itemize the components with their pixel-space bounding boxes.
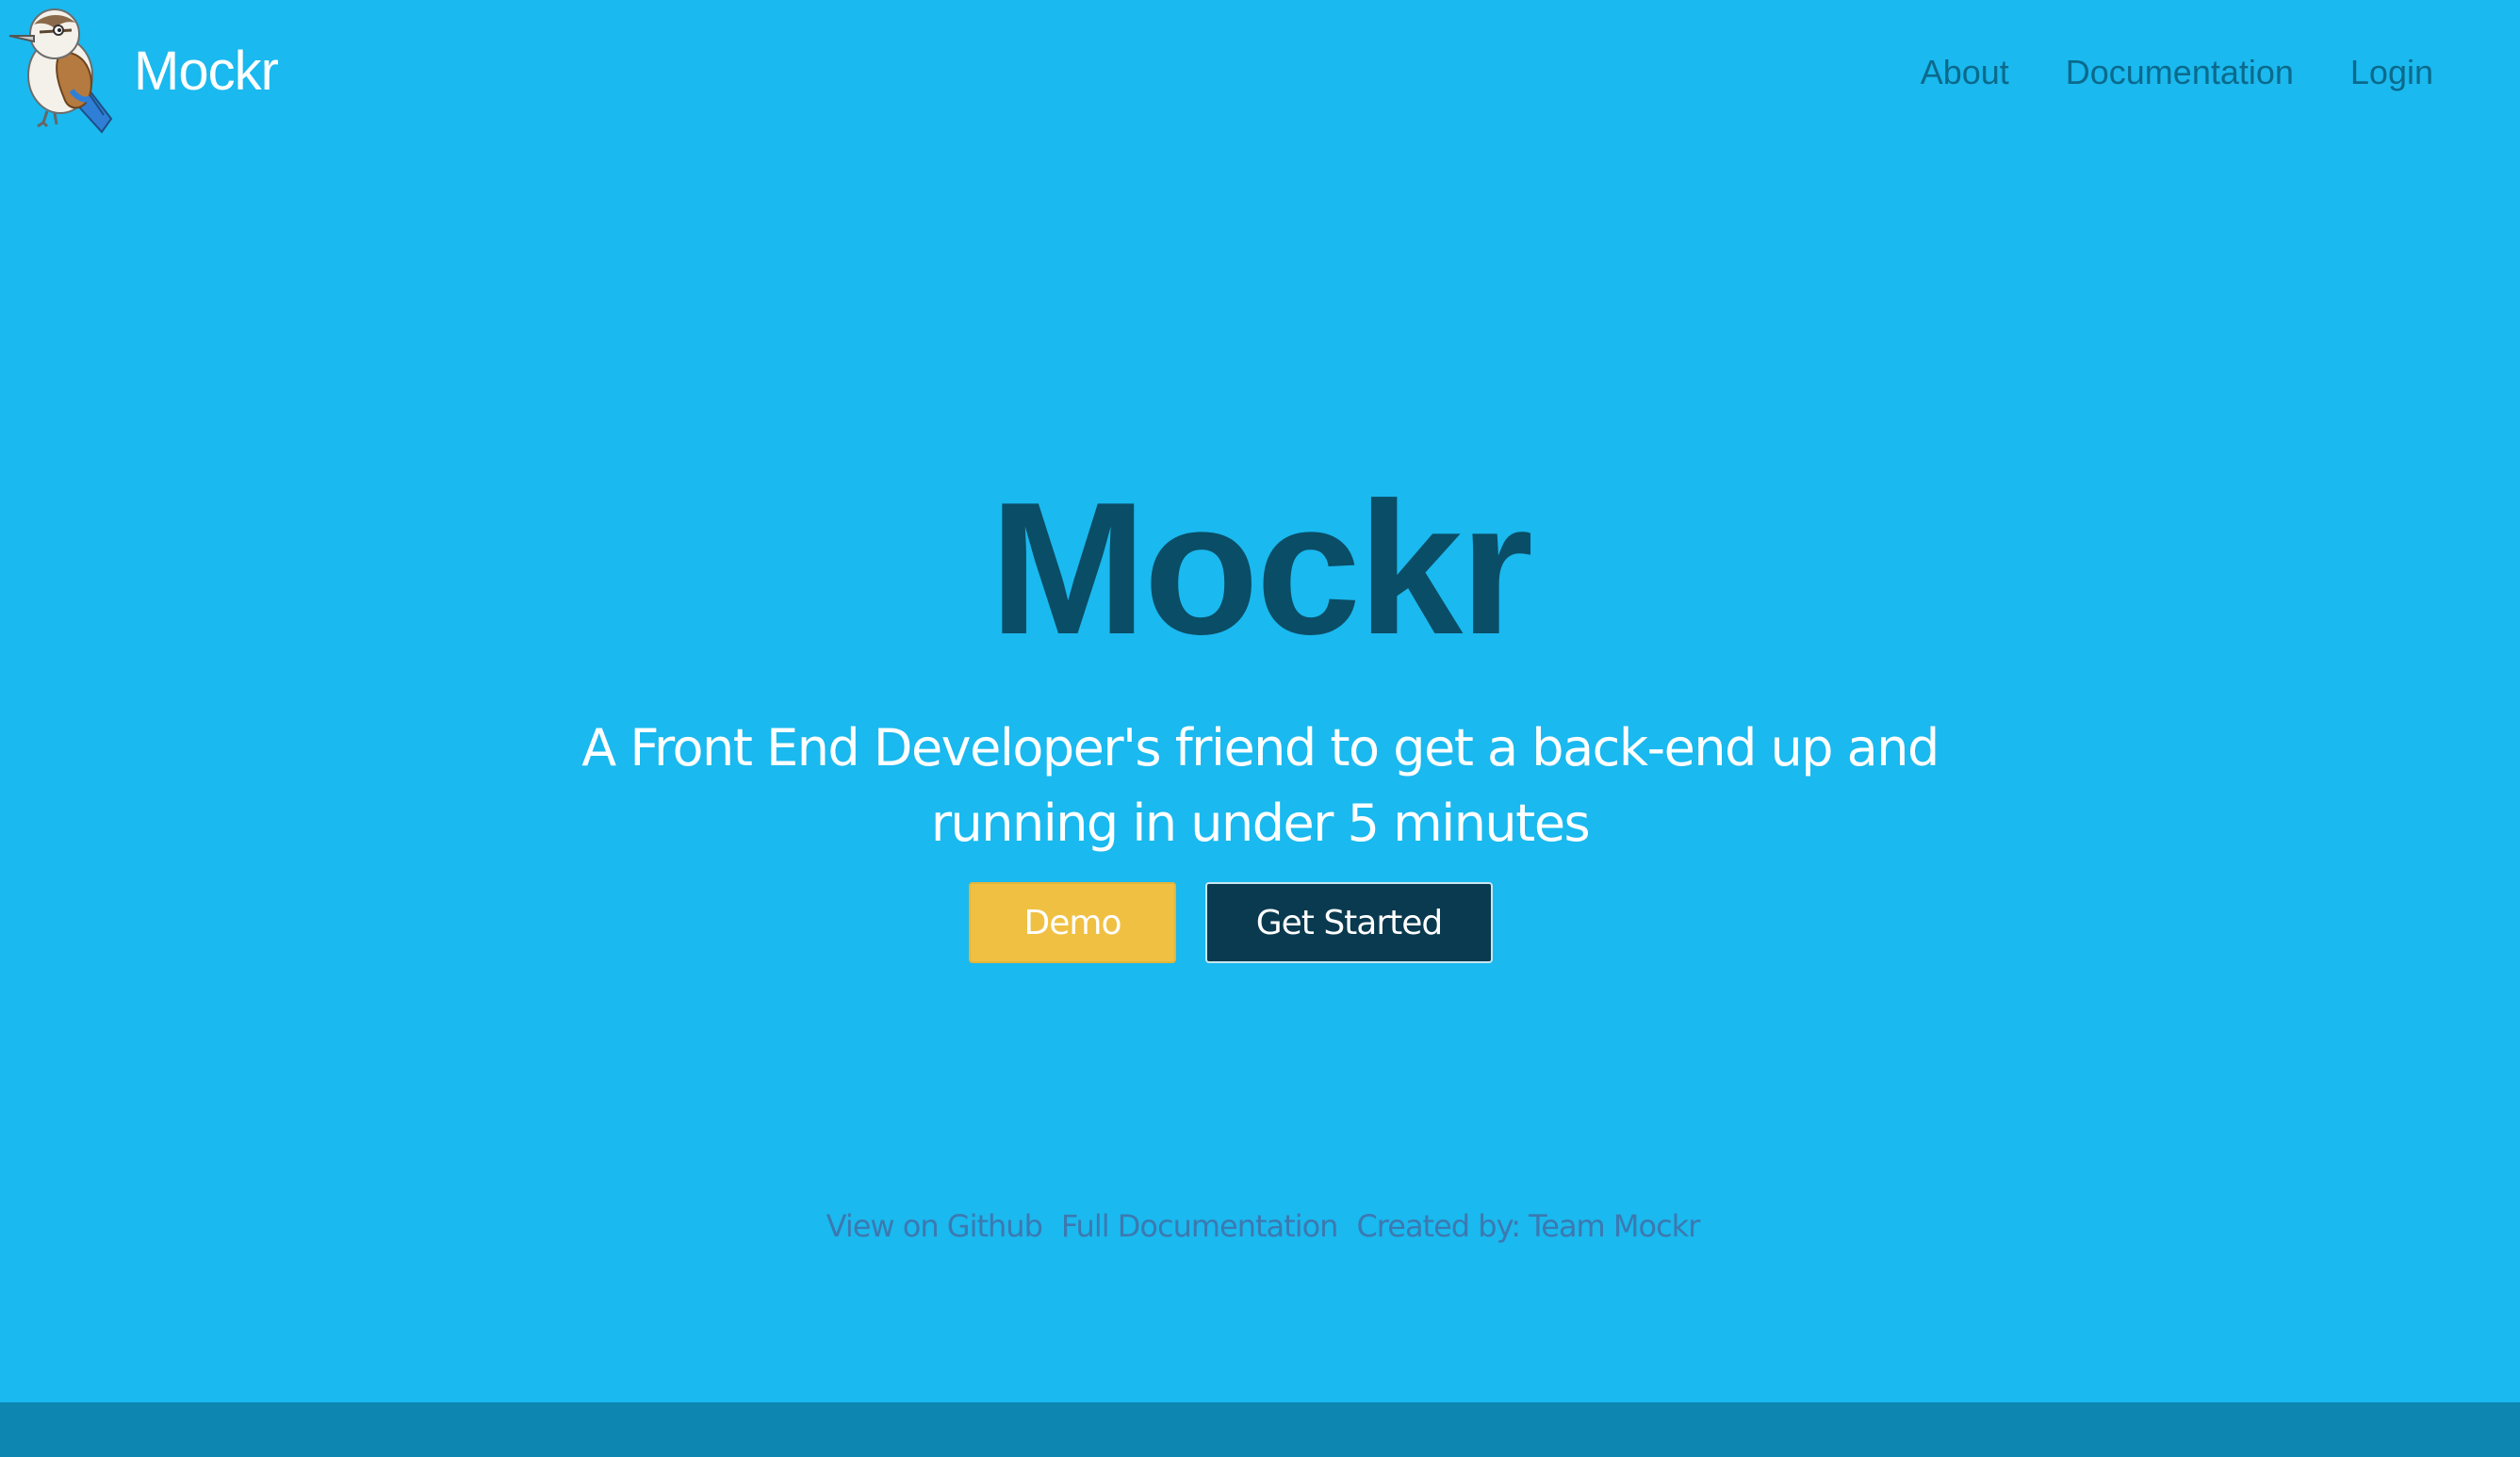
footer-link-full-documentation[interactable]: Full Documentation — [1061, 1204, 1339, 1248]
brand-name[interactable]: Mockr — [134, 38, 279, 106]
nav-link-documentation[interactable]: Documentation — [2066, 47, 2294, 98]
navbar: Mockr About Documentation Login — [0, 0, 2520, 151]
footer-links: View on Github Full Documentation Create… — [0, 1204, 2520, 1248]
nav-link-about[interactable]: About — [1921, 47, 2009, 98]
hero-tagline: A Front End Developer's friend to get a … — [581, 718, 1939, 853]
hero-title: Mockr — [989, 464, 1533, 674]
footer-link-created-by[interactable]: Created by: Team Mockr — [1356, 1204, 1700, 1248]
get-started-button[interactable]: Get Started — [1205, 882, 1493, 963]
nav-link-login[interactable]: Login — [2350, 47, 2433, 98]
nav-links: About Documentation Login — [1921, 47, 2433, 98]
demo-button[interactable]: Demo — [969, 882, 1176, 963]
kookaburra-logo-icon[interactable] — [6, 4, 119, 134]
footer-link-github[interactable]: View on Github — [826, 1204, 1043, 1248]
bottom-bar — [0, 1402, 2520, 1457]
